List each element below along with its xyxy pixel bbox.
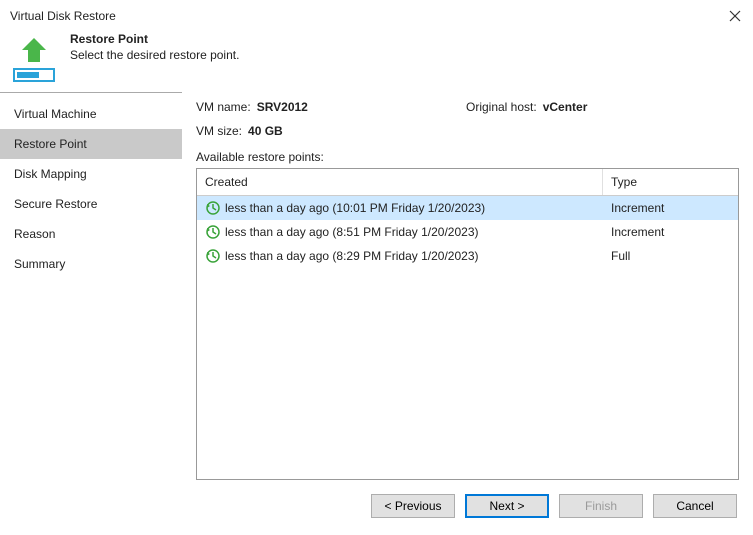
sidebar-nav: Virtual Machine Restore Point Disk Mappi…: [0, 92, 182, 480]
sidebar-item-secure-restore[interactable]: Secure Restore: [0, 189, 182, 219]
restore-point-icon: [205, 248, 221, 264]
row-created: less than a day ago (8:51 PM Friday 1/20…: [225, 225, 478, 239]
close-icon[interactable]: [727, 8, 743, 24]
grid-body: less than a day ago (10:01 PM Friday 1/2…: [197, 196, 738, 479]
vm-size-value: 40 GB: [248, 124, 283, 138]
sidebar-item-summary[interactable]: Summary: [0, 249, 182, 279]
table-row[interactable]: less than a day ago (10:01 PM Friday 1/2…: [197, 196, 738, 220]
restore-arrow-icon: [10, 32, 58, 86]
column-header-created[interactable]: Created: [197, 169, 603, 195]
row-created: less than a day ago (8:29 PM Friday 1/20…: [225, 249, 478, 263]
column-header-type[interactable]: Type: [603, 169, 738, 195]
vm-size-label: VM size:: [196, 124, 242, 138]
available-restore-points-label: Available restore points:: [196, 150, 739, 164]
header: Restore Point Select the desired restore…: [0, 28, 753, 92]
disk-icon: [13, 68, 55, 82]
cancel-button[interactable]: Cancel: [653, 494, 737, 518]
next-button[interactable]: Next >: [465, 494, 549, 518]
table-row[interactable]: less than a day ago (8:51 PM Friday 1/20…: [197, 220, 738, 244]
vm-name-label: VM name:: [196, 100, 251, 114]
sidebar-item-disk-mapping[interactable]: Disk Mapping: [0, 159, 182, 189]
sidebar-item-reason[interactable]: Reason: [0, 219, 182, 249]
host-label: Original host:: [466, 100, 537, 114]
vm-name-value: SRV2012: [257, 100, 308, 114]
row-type: Full: [603, 247, 738, 265]
restore-points-grid: Created Type less than a day ago (10:01 …: [196, 168, 739, 480]
wizard-footer: < Previous Next > Finish Cancel: [0, 480, 753, 532]
host-value: vCenter: [543, 100, 588, 114]
finish-button: Finish: [559, 494, 643, 518]
window-title: Virtual Disk Restore: [10, 9, 116, 23]
sidebar-item-virtual-machine[interactable]: Virtual Machine: [0, 99, 182, 129]
header-subtitle: Select the desired restore point.: [70, 48, 239, 62]
restore-point-icon: [205, 200, 221, 216]
grid-header: Created Type: [197, 169, 738, 196]
previous-button[interactable]: < Previous: [371, 494, 455, 518]
table-row[interactable]: less than a day ago (8:29 PM Friday 1/20…: [197, 244, 738, 268]
row-created: less than a day ago (10:01 PM Friday 1/2…: [225, 201, 485, 215]
sidebar-item-restore-point[interactable]: Restore Point: [0, 129, 182, 159]
main-panel: VM name: SRV2012 Original host: vCenter …: [182, 92, 753, 480]
row-type: Increment: [603, 199, 738, 217]
row-type: Increment: [603, 223, 738, 241]
header-title: Restore Point: [70, 32, 239, 46]
restore-point-icon: [205, 224, 221, 240]
